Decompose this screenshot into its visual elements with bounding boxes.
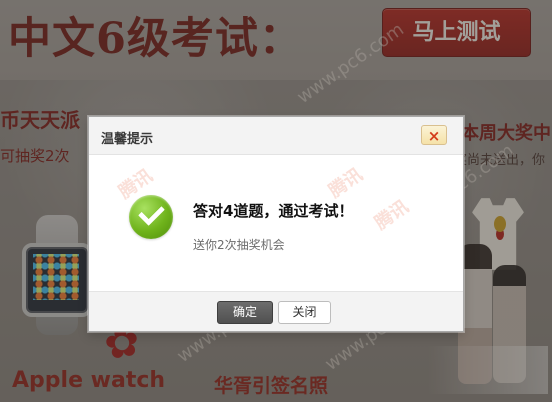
stage: 中文6级考试： 马上测试 币天天派 可抽奖2次 本周大奖中 奖尚未送出，你 ✿ … xyxy=(0,0,552,402)
dialog-subtext: 送你2次抽奖机会 xyxy=(193,238,285,252)
dialog-footer: 确定 关闭 xyxy=(89,291,463,331)
dialog-watermark-2: 腾讯 xyxy=(325,164,367,203)
dialog-watermark-3: 腾讯 xyxy=(371,196,413,235)
dialog-heading: 答对4道题，通过考试！ xyxy=(193,202,354,220)
success-check-icon xyxy=(129,195,173,239)
close-button[interactable]: 关闭 xyxy=(278,301,331,324)
confirm-button[interactable]: 确定 xyxy=(217,301,273,324)
close-icon[interactable]: × xyxy=(421,125,447,145)
dialog-titlebar: 温馨提示 × xyxy=(89,117,463,155)
success-dialog: 温馨提示 × 答对4道题，通过考试！ 送你2次抽奖机会 腾讯 腾讯 腾讯 确定 … xyxy=(88,116,464,332)
dialog-title: 温馨提示 xyxy=(101,132,154,147)
